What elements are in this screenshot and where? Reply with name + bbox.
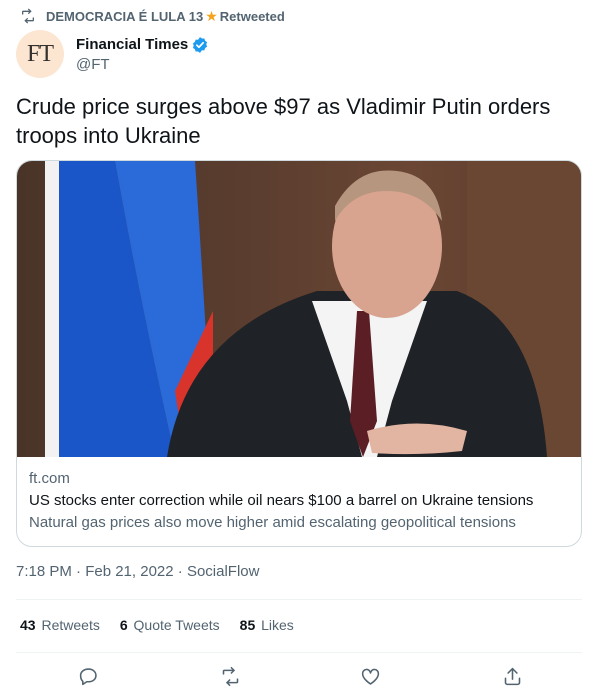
- card-description: Natural gas prices also move higher amid…: [29, 514, 516, 531]
- heart-icon: [361, 668, 379, 685]
- verified-badge-icon: [193, 36, 208, 53]
- card-title: US stocks enter correction while oil nea…: [29, 492, 534, 509]
- author-handle[interactable]: @FT: [76, 56, 209, 73]
- link-card[interactable]: ft.com US stocks enter correction while …: [16, 160, 582, 547]
- divider: [16, 599, 582, 600]
- retweeter-name[interactable]: DEMOCRACIA É LULA 13: [46, 9, 203, 24]
- likes-stat[interactable]: 85 Likes: [240, 617, 294, 633]
- likes-count: 85: [239, 617, 256, 633]
- retweet-icon: [222, 666, 238, 686]
- card-image[interactable]: [17, 161, 581, 457]
- person-photo: [167, 161, 581, 457]
- tweet-actions: [0, 661, 598, 691]
- share-icon: [504, 667, 520, 685]
- like-button[interactable]: [355, 661, 385, 691]
- retweet-context[interactable]: DEMOCRACIA É LULA 13 ★ Retweeted: [20, 6, 285, 26]
- quotes-label: Quote Tweets: [133, 617, 220, 633]
- card-domain: ft.com: [29, 470, 70, 487]
- author-name[interactable]: Financial Times: [76, 36, 188, 53]
- retweets-stat[interactable]: 43 Retweets: [20, 617, 100, 633]
- star-emoji: ★: [205, 7, 218, 24]
- tweet-timestamp: 7:18 PM · Feb 21, 2022 · SocialFlow: [16, 563, 259, 580]
- likes-label: Likes: [261, 617, 294, 633]
- tweet-stats: 43 Retweets 6 Quote Tweets 85 Likes: [20, 617, 314, 633]
- retweeted-label: Retweeted: [219, 8, 285, 24]
- share-button[interactable]: [497, 661, 527, 691]
- reply-button[interactable]: [73, 661, 103, 691]
- retweet-button[interactable]: [215, 661, 245, 691]
- tweet-author[interactable]: FT Financial Times @FT: [16, 30, 209, 78]
- retweets-count: 43: [20, 617, 36, 633]
- tweet-source[interactable]: SocialFlow: [187, 563, 260, 580]
- retweet-icon: [22, 8, 34, 24]
- tweet-time[interactable]: 7:18 PM · Feb 21, 2022 ·: [16, 563, 187, 580]
- quote-tweets-stat[interactable]: 6 Quote Tweets: [120, 617, 220, 633]
- reply-icon: [79, 667, 97, 685]
- divider: [16, 652, 582, 653]
- avatar[interactable]: FT: [16, 30, 64, 78]
- retweets-label: Retweets: [41, 617, 100, 633]
- quotes-count: 6: [119, 617, 128, 633]
- tweet-text: Crude price surges above $97 as Vladimir…: [16, 94, 551, 148]
